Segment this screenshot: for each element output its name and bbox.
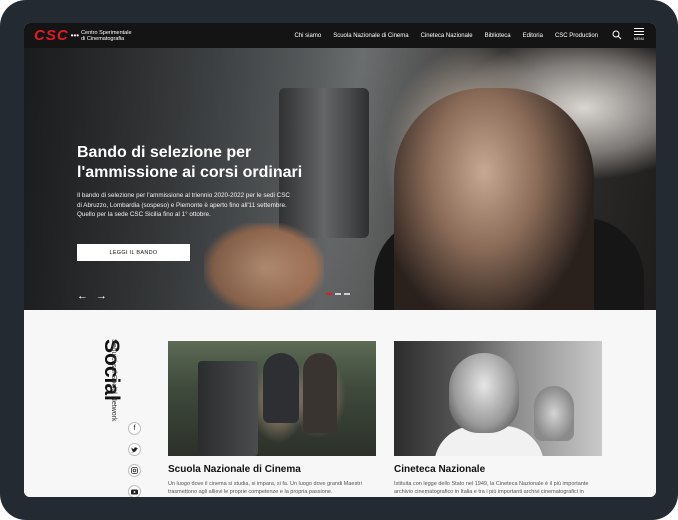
nav-biblioteca[interactable]: Biblioteca xyxy=(485,33,511,39)
card1-person-shape xyxy=(263,353,299,423)
screen: CSC ••• Centro Sperimentale di Cinematog… xyxy=(24,23,656,497)
slider-dot[interactable] xyxy=(344,293,350,295)
card-desc-cineteca: Istituita con legge dello Stato nel 1949… xyxy=(394,481,589,495)
hamburger-icon xyxy=(634,28,644,35)
tablet-frame: CSC ••• Centro Sperimentale di Cinematog… xyxy=(0,0,678,520)
facebook-icon[interactable]: f xyxy=(128,422,141,435)
search-icon[interactable] xyxy=(612,30,622,40)
logo-text-line2: di Cinematografia xyxy=(81,35,125,42)
main-nav: Chi siamo Scuola Nazionale di Cinema Cin… xyxy=(295,23,598,48)
card2-face-shape xyxy=(449,353,519,433)
logo-mark: CSC xyxy=(34,27,69,44)
youtube-icon[interactable] xyxy=(128,485,141,497)
slider-dots xyxy=(326,293,350,295)
card1-camera-shape xyxy=(198,361,258,456)
card-title-scuola[interactable]: Scuola Nazionale di Cinema xyxy=(168,464,301,475)
logo-text: Centro Sperimentale di Cinematografia xyxy=(81,30,131,42)
next-arrow-icon[interactable]: → xyxy=(96,290,107,302)
nav-editoria[interactable]: Editoria xyxy=(523,33,543,39)
instagram-icon[interactable] xyxy=(128,464,141,477)
nav-cineteca-nazionale[interactable]: Cineteca Nazionale xyxy=(421,33,473,39)
read-bando-button[interactable]: LEGGI IL BANDO xyxy=(77,244,190,261)
card-title-cineteca[interactable]: Cineteca Nazionale xyxy=(394,464,485,475)
card-image-cineteca[interactable] xyxy=(394,341,602,456)
nav-scuola-nazionale[interactable]: Scuola Nazionale di Cinema xyxy=(333,33,408,39)
device-button xyxy=(58,0,76,4)
slider-dot-active[interactable] xyxy=(326,293,332,295)
menu-label: MENU xyxy=(633,37,645,41)
nav-chi-siamo[interactable]: Chi siamo xyxy=(295,33,322,39)
logo-dots: ••• xyxy=(70,31,80,40)
hero-slider: Bando di selezione per l'ammissione ai c… xyxy=(24,48,656,310)
card-image-scuola[interactable] xyxy=(168,341,376,456)
menu-button[interactable]: MENU xyxy=(632,27,646,44)
social-subtitle: Seguici sui Social Network xyxy=(110,339,117,422)
card-desc-scuola: Un luogo dove il cinema si studia, si im… xyxy=(168,481,362,495)
slider-dot[interactable] xyxy=(335,293,341,295)
prev-arrow-icon[interactable]: ← xyxy=(77,290,88,302)
card2-bust-shape xyxy=(534,386,574,441)
hero-person-shape xyxy=(394,88,594,310)
csc-logo[interactable]: CSC ••• Centro Sperimentale di Cinematog… xyxy=(34,27,132,44)
hero-text: Il bando di selezione per l'ammissione a… xyxy=(77,192,290,218)
hero-title: Bando di selezione per l'ammissione ai c… xyxy=(77,144,303,181)
top-navbar: CSC ••• Centro Sperimentale di Cinematog… xyxy=(24,23,656,48)
nav-csc-production[interactable]: CSC Production xyxy=(555,33,598,39)
card1-person-shape xyxy=(303,353,337,433)
twitter-icon[interactable] xyxy=(128,443,141,456)
